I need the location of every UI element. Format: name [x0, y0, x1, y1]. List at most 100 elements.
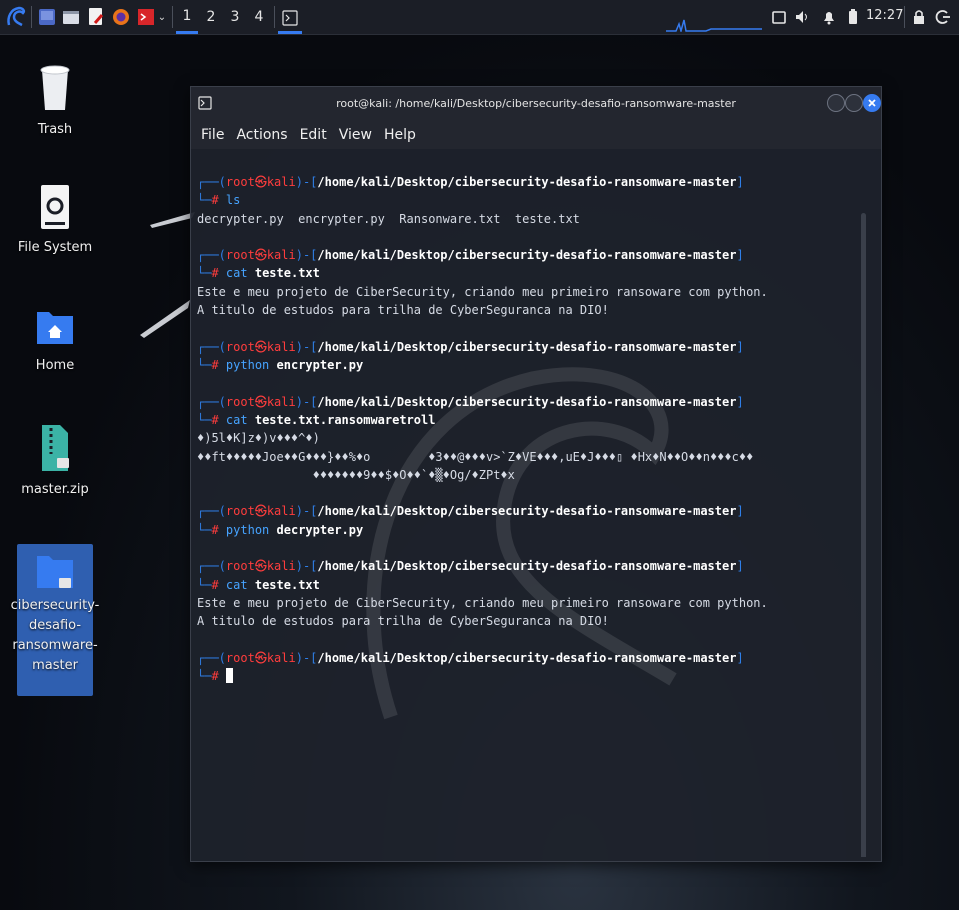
- command-name: ls: [225, 193, 241, 207]
- panel-separator: [31, 6, 32, 28]
- prompt-symbol: #: [211, 413, 219, 427]
- kali-menu-icon[interactable]: [3, 4, 29, 30]
- panel-separator: [904, 6, 905, 28]
- desktop-icon-master-zip[interactable]: master.zip: [17, 424, 93, 500]
- output-line: decrypter.py encrypter.py Ransonware.txt…: [197, 212, 580, 226]
- command-name: cat: [225, 266, 248, 280]
- menu-view[interactable]: View: [339, 127, 372, 143]
- desktop-icon-home[interactable]: Home: [17, 304, 93, 376]
- locked-folder-icon: [37, 556, 73, 588]
- cpu-graph-icon: [666, 19, 762, 32]
- prompt-symbol: #: [211, 358, 219, 372]
- command-name: python: [225, 358, 270, 372]
- prompt-path: /home/kali/Desktop/cibersecurity-desafio…: [317, 395, 737, 409]
- output-line: ♦♦♦♦♦♦♦9♦♦$♦O♦♦`♦▒♦Og/♦ZPt♦x: [197, 468, 515, 482]
- prompt-frame: ┌──(: [197, 559, 226, 573]
- prompt-symbol: #: [211, 193, 219, 207]
- prompt-frame: └─: [197, 358, 212, 372]
- scrollbar[interactable]: [861, 213, 866, 857]
- panel-separator: [274, 6, 275, 28]
- menu-edit[interactable]: Edit: [300, 127, 327, 143]
- prompt-host: kali: [266, 175, 296, 189]
- taskbar-terminal-window[interactable]: [278, 4, 302, 34]
- terminal-window: root@kali: /home/kali/Desktop/cibersecur…: [190, 86, 882, 862]
- prompt-path: /home/kali/Desktop/cibersecurity-desafio…: [317, 504, 737, 518]
- terminal-emulator-icon[interactable]: [135, 4, 157, 30]
- output-line: ♦♦ft♦♦♦♦♦Joe♦♦G♦♦♦}♦♦%♦o ♦3♦♦@♦♦♦v>`Z♦VE…: [197, 450, 754, 464]
- text-cursor: [225, 668, 233, 683]
- command-argument: teste.txt: [254, 578, 320, 592]
- prompt-host: kali: [266, 504, 296, 518]
- prompt-symbol: #: [211, 669, 219, 683]
- prompt-user: root: [225, 248, 255, 262]
- desktop-icon-trash[interactable]: Trash: [17, 64, 93, 140]
- command-line: └─# ls: [197, 191, 240, 209]
- prompt-frame: ]: [736, 340, 744, 354]
- prompt-frame: )-[: [295, 559, 318, 573]
- prompt-frame: )-[: [295, 651, 318, 665]
- workspace-2[interactable]: 2: [200, 0, 222, 34]
- menu-file[interactable]: File: [201, 127, 224, 143]
- prompt-symbol: #: [211, 523, 219, 537]
- clock[interactable]: 12:27: [866, 8, 903, 23]
- prompt-at-symbol: ㉿: [254, 559, 267, 573]
- prompt-frame: ]: [736, 175, 744, 189]
- text-editor-icon[interactable]: [85, 4, 107, 30]
- file-manager-icon[interactable]: [60, 4, 82, 30]
- command-line: └─#: [197, 667, 233, 685]
- maximize-button[interactable]: [845, 94, 863, 112]
- prompt-user: root: [225, 340, 255, 354]
- prompt-frame: └─: [197, 193, 212, 207]
- menu-help[interactable]: Help: [384, 127, 416, 143]
- prompt-host: kali: [266, 651, 296, 665]
- close-button[interactable]: [863, 94, 881, 112]
- prompt-user: root: [225, 651, 255, 665]
- prompt-frame: ┌──(: [197, 340, 226, 354]
- minimize-button[interactable]: [827, 94, 845, 112]
- launcher-dropdown-chevron-icon[interactable]: ⌄: [156, 4, 168, 30]
- command-line: └─# cat teste.txt: [197, 576, 320, 594]
- workspace-4[interactable]: 4: [248, 0, 270, 34]
- command-line: └─# python decrypter.py: [197, 521, 363, 539]
- command-line: └─# cat teste.txt: [197, 264, 320, 282]
- prompt-at-symbol: ㉿: [254, 340, 267, 354]
- prompt-frame: └─: [197, 578, 212, 592]
- clipboard-icon[interactable]: [770, 4, 788, 30]
- prompt-user: root: [225, 175, 255, 189]
- desktop-icon-project-folder[interactable]: cibersecurity- desafio- ransomware- mast…: [11, 544, 99, 696]
- prompt-at-symbol: ㉿: [254, 175, 267, 189]
- battery-icon[interactable]: [846, 4, 860, 30]
- show-desktop-icon[interactable]: [36, 4, 58, 30]
- lock-screen-icon[interactable]: [910, 4, 928, 30]
- prompt-frame: ]: [736, 504, 744, 518]
- output-line: Este e meu projeto de CiberSecurity, cri…: [197, 285, 768, 299]
- prompt-frame: )-[: [295, 395, 318, 409]
- prompt-at-symbol: ㉿: [254, 504, 267, 518]
- prompt-line: ┌──(root㉿kali)-[/home/kali/Desktop/ciber…: [197, 557, 744, 575]
- home-folder-icon: [37, 312, 73, 344]
- prompt-line: ┌──(root㉿kali)-[/home/kali/Desktop/ciber…: [197, 338, 744, 356]
- prompt-frame: )-[: [295, 504, 318, 518]
- firefox-icon[interactable]: [110, 4, 132, 30]
- prompt-line: ┌──(root㉿kali)-[/home/kali/Desktop/ciber…: [197, 393, 744, 411]
- prompt-frame: └─: [197, 413, 212, 427]
- logout-icon[interactable]: [934, 4, 952, 30]
- window-titlebar[interactable]: root@kali: /home/kali/Desktop/cibersecur…: [191, 87, 881, 121]
- prompt-frame: )-[: [295, 340, 318, 354]
- prompt-user: root: [225, 504, 255, 518]
- prompt-at-symbol: ㉿: [254, 395, 267, 409]
- command-argument: encrypter.py: [276, 358, 364, 372]
- volume-icon[interactable]: [794, 4, 812, 30]
- workspace-1[interactable]: 1: [176, 0, 198, 34]
- hard-drive-icon: [41, 185, 69, 229]
- workspace-3[interactable]: 3: [224, 0, 246, 34]
- prompt-host: kali: [266, 395, 296, 409]
- terminal-output[interactable]: ┌──(root㉿kali)-[/home/kali/Desktop/ciber…: [197, 149, 869, 857]
- prompt-frame: ]: [736, 248, 744, 262]
- window-title: root@kali: /home/kali/Desktop/cibersecur…: [336, 97, 736, 110]
- notifications-bell-icon[interactable]: [820, 4, 838, 30]
- menu-actions[interactable]: Actions: [236, 127, 287, 143]
- prompt-frame: ┌──(: [197, 395, 226, 409]
- prompt-line: ┌──(root㉿kali)-[/home/kali/Desktop/ciber…: [197, 173, 744, 191]
- desktop-icon-file-system[interactable]: File System: [17, 184, 93, 258]
